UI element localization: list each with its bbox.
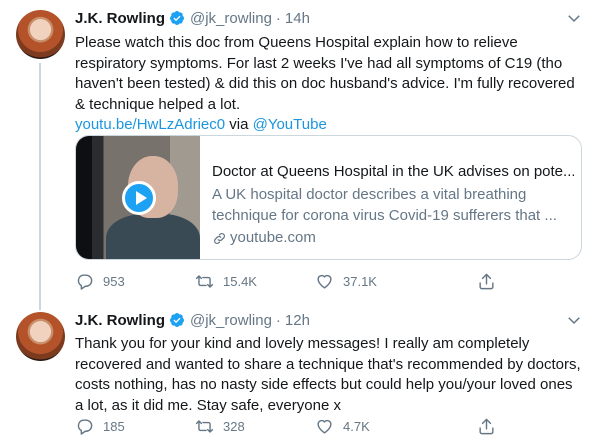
avatar[interactable]	[16, 10, 65, 59]
tweet-actions: 185 328 4.7K	[75, 417, 505, 437]
tweet-text-line: recovered and wanted to share a techniqu…	[75, 355, 581, 373]
like-count: 4.7K	[343, 419, 370, 434]
card-description: A UK hospital doctor describes a vital b…	[212, 184, 574, 226]
share-icon	[479, 418, 494, 435]
retweet-count: 15.4K	[223, 274, 257, 289]
card-description-line: A UK hospital doctor describes a vital b…	[212, 186, 527, 203]
tweet-text-line: Thank you for your kind and lovely messa…	[75, 335, 530, 352]
card-domain-text: youtube.com	[230, 229, 316, 246]
card-title: Doctor at Queens Hospital in the UK advi…	[212, 163, 574, 180]
play-icon[interactable]	[122, 181, 156, 215]
timestamp[interactable]: 12h	[285, 312, 310, 329]
separator-dot: ·	[275, 9, 281, 27]
share-button[interactable]	[477, 417, 505, 436]
chevron-down-icon[interactable]	[565, 311, 583, 329]
reply-icon	[77, 274, 93, 290]
like-icon	[317, 274, 332, 289]
author-name[interactable]: J.K. Rowling	[75, 10, 165, 27]
share-icon	[479, 273, 494, 290]
tweet-header: J.K. Rowling @jk_rowling · 14h	[75, 8, 310, 28]
like-count: 37.1K	[343, 274, 377, 289]
mention-link[interactable]: @YouTube	[253, 116, 327, 133]
retweet-button[interactable]: 328	[195, 417, 245, 436]
tweet-text: Please watch this doc from Queens Hospit…	[75, 33, 587, 136]
tweet-text-line: Please watch this doc from Queens Hospit…	[75, 34, 518, 51]
share-button[interactable]	[477, 272, 505, 291]
link-icon	[214, 232, 225, 244]
retweet-icon	[195, 275, 214, 288]
like-button[interactable]: 37.1K	[315, 272, 377, 291]
tweet-link[interactable]: youtu.be/HwLzAdriec0	[75, 116, 225, 133]
reply-count: 953	[103, 274, 125, 289]
retweet-icon	[195, 420, 214, 433]
tweet-text-line: & technique helped a lot.	[75, 95, 241, 113]
like-icon	[317, 419, 332, 434]
card-description-line: technique for corona virus Covid-19 suff…	[212, 207, 557, 224]
verified-badge-icon	[169, 11, 184, 25]
reply-count: 185	[103, 419, 125, 434]
tweet-text-line: respiratory symptoms. For last 2 weeks I…	[75, 54, 563, 72]
retweet-count: 328	[223, 419, 245, 434]
card-domain: youtube.com	[212, 228, 316, 248]
via-text: via	[225, 116, 253, 133]
verified-badge-icon	[169, 313, 184, 327]
like-button[interactable]: 4.7K	[315, 417, 370, 436]
video-thumbnail[interactable]	[76, 136, 200, 259]
tweet[interactable]: J.K. Rowling @jk_rowling · 14h Please wa…	[0, 0, 595, 310]
author-handle[interactable]: @jk_rowling	[190, 312, 272, 329]
chevron-down-icon[interactable]	[565, 9, 583, 27]
tweet[interactable]: J.K. Rowling @jk_rowling · 12h Thank you…	[0, 300, 595, 447]
timestamp[interactable]: 14h	[285, 10, 310, 27]
separator-dot: ·	[275, 311, 281, 329]
author-handle[interactable]: @jk_rowling	[190, 10, 272, 27]
tweet-actions: 953 15.4K 37.1K	[75, 272, 505, 292]
reply-button[interactable]: 953	[75, 272, 125, 291]
reply-button[interactable]: 185	[75, 417, 125, 436]
reply-icon	[77, 419, 93, 435]
tweet-header: J.K. Rowling @jk_rowling · 12h	[75, 310, 310, 330]
avatar[interactable]	[16, 312, 65, 361]
link-preview-card[interactable]: Doctor at Queens Hospital in the UK advi…	[75, 135, 582, 260]
thread-connector-line	[39, 63, 41, 310]
tweet-text: Thank you for your kind and lovely messa…	[75, 334, 587, 416]
tweet-text-line: costs nothing, has no nasty side effects…	[75, 376, 573, 393]
tweet-text-line: haven't been tested) & did this on doc h…	[75, 75, 575, 92]
retweet-button[interactable]: 15.4K	[195, 272, 257, 291]
author-name[interactable]: J.K. Rowling	[75, 312, 165, 329]
thumbnail-figure-body	[106, 214, 200, 259]
tweet-text-line: a lot, as it did me. Stay safe, everyone…	[75, 396, 341, 414]
